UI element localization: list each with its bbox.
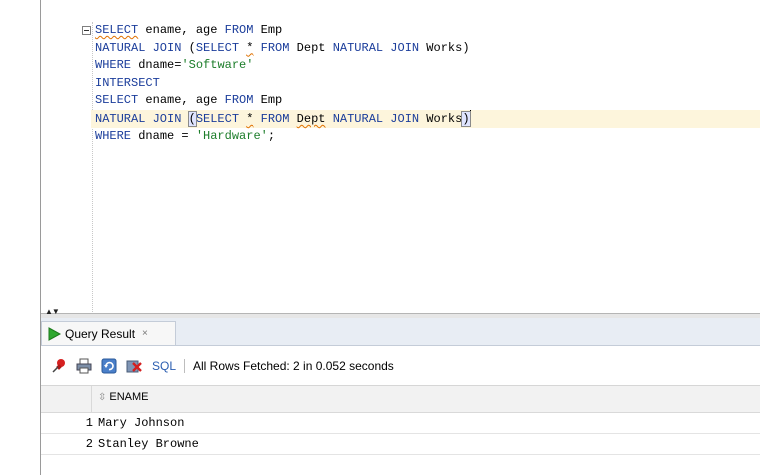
- sql-keyword: WHERE: [95, 128, 132, 143]
- row-number-header: [41, 386, 92, 412]
- sql-string: 'Hardware': [195, 128, 268, 143]
- editor-gutter: [41, 0, 87, 313]
- code-line[interactable]: SELECT ename, age FROM Emp: [95, 22, 760, 40]
- sql-keyword: WHERE: [95, 58, 132, 73]
- tab-query-result[interactable]: Query Result ×: [41, 321, 176, 345]
- sql-keyword: FROM: [224, 93, 254, 108]
- left-margin: [0, 0, 40, 475]
- sort-icon[interactable]: ⇳: [98, 392, 106, 403]
- sql-link[interactable]: SQL: [152, 359, 176, 373]
- matched-paren: (: [187, 110, 197, 127]
- sql-keyword: NATURAL JOIN: [95, 40, 182, 55]
- result-tab-bar: Query Result ×: [41, 318, 760, 346]
- code-token: Emp: [253, 23, 283, 37]
- fetch-status: All Rows Fetched: 2 in 0.052 seconds: [193, 358, 394, 373]
- tab-label: Query Result: [65, 326, 136, 341]
- code-line[interactable]: NATURAL JOIN (SELECT * FROM Dept NATURAL…: [91, 109, 760, 128]
- code-token: dname =: [131, 128, 196, 143]
- code-token: Dept: [289, 40, 333, 55]
- code-token: Works): [419, 40, 470, 55]
- table-row[interactable]: 1 Mary Johnson: [41, 413, 760, 434]
- refresh-icon[interactable]: [100, 357, 118, 375]
- sql-editor[interactable]: SELECT ename, age FROM Emp NATURAL JOIN (…: [41, 0, 760, 313]
- code-token: ;: [267, 128, 276, 143]
- grid-header: ⇳ ENAME: [41, 386, 760, 413]
- gutter-guide-line: [92, 22, 93, 312]
- result-toolbar: SQL All Rows Fetched: 2 in 0.052 seconds: [41, 346, 760, 386]
- table-row[interactable]: 2 Stanley Browne: [41, 434, 760, 455]
- sql-keyword: SELECT: [195, 111, 240, 126]
- column-header-label: ENAME: [109, 391, 149, 403]
- column-header-ename[interactable]: ⇳ ENAME: [98, 391, 149, 403]
- code-area[interactable]: SELECT ename, age FROM Emp NATURAL JOIN (…: [91, 22, 760, 146]
- text-cursor: [469, 109, 471, 124]
- code-token: ename, age: [138, 23, 225, 37]
- row-number: 1: [85, 416, 93, 430]
- code-line[interactable]: WHERE dname='Software': [95, 57, 760, 75]
- code-token: Emp: [253, 93, 283, 108]
- sql-keyword: NATURAL JOIN: [332, 111, 420, 126]
- cell-ename[interactable]: Mary Johnson: [98, 413, 184, 433]
- code-line[interactable]: INTERSECT: [95, 75, 760, 93]
- sql-string: 'Software': [181, 58, 254, 73]
- code-token: (: [181, 40, 196, 55]
- print-icon[interactable]: [75, 357, 93, 375]
- pin-icon[interactable]: [50, 357, 68, 375]
- sql-keyword: FROM: [260, 111, 290, 126]
- splitter-arrows-icon[interactable]: ▲▼: [45, 308, 60, 316]
- sql-keyword: FROM: [260, 40, 290, 55]
- code-token: Works: [419, 111, 463, 126]
- code-token: dname=: [131, 58, 182, 73]
- sql-keyword: SELECT: [95, 23, 139, 37]
- sql-keyword: FROM: [224, 23, 254, 37]
- tab-close-icon[interactable]: ×: [142, 328, 148, 339]
- cell-ename[interactable]: Stanley Browne: [98, 434, 199, 454]
- sql-keyword: INTERSECT: [95, 75, 160, 90]
- code-line[interactable]: WHERE dname = 'Hardware';: [95, 128, 760, 146]
- toolbar-separator: [184, 358, 186, 373]
- matched-paren: ): [461, 110, 471, 127]
- fold-toggle-icon[interactable]: [82, 26, 91, 35]
- row-number: 2: [85, 437, 93, 451]
- sql-keyword: SELECT: [195, 40, 240, 55]
- sql-keyword: SELECT: [95, 93, 139, 108]
- code-line[interactable]: SELECT ename, age FROM Emp: [95, 92, 760, 110]
- sql-keyword: NATURAL JOIN: [332, 40, 420, 55]
- code-line[interactable]: NATURAL JOIN (SELECT * FROM Dept NATURAL…: [95, 40, 760, 58]
- code-token: ename, age: [138, 93, 225, 108]
- cancel-icon[interactable]: [125, 357, 143, 375]
- sql-keyword: NATURAL JOIN: [95, 111, 182, 126]
- code-token: Dept: [296, 111, 326, 126]
- play-icon: [48, 326, 62, 341]
